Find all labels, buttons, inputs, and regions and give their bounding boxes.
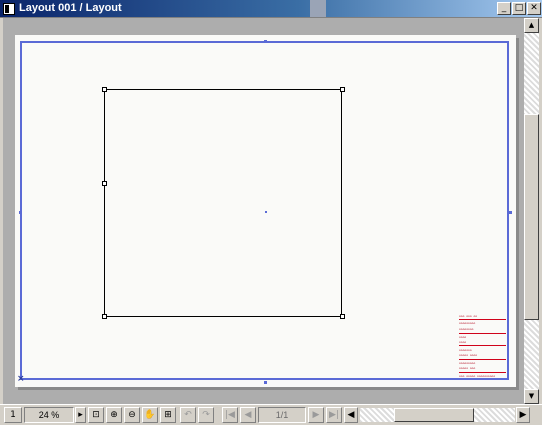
margin-tick-left [19,211,22,214]
title-block-text: ooooooooo [459,321,476,325]
window-title: Layout 001 / Layout [19,2,122,14]
page-indicator: 1/1 [258,407,306,423]
title-bar-block [310,0,326,17]
title-block-text: ooo ooo oo [459,314,478,318]
title-block-text: oooooooo [459,327,474,331]
horizontal-scrollbar[interactable] [360,408,515,422]
title-block-text: oooo [459,335,467,339]
maximize-button[interactable]: □ [512,2,526,15]
title-bar[interactable]: Layout 001 / Layout _ □ ✕ [0,0,542,18]
zoom-in-icon[interactable]: ⊕ [106,407,122,423]
title-block-line [459,319,506,320]
drawing-frame[interactable] [104,89,342,317]
zoom-level-field[interactable]: 24 % [24,407,74,423]
scroll-down-button[interactable]: ▼ [524,389,539,404]
first-page-icon[interactable]: |◀ [222,407,238,423]
layout-book-icon[interactable]: 1 [4,407,22,423]
zoom-out-icon[interactable]: ⊖ [124,407,140,423]
title-block-text: ooooo oooo [459,353,478,357]
vertical-scroll-thumb[interactable] [524,114,539,320]
margin-tick-right [509,211,512,214]
horizontal-scroll-thumb[interactable] [394,408,474,422]
selection-handle[interactable] [102,314,107,319]
previous-page-icon[interactable]: ◀ [240,407,256,423]
close-button[interactable]: ✕ [527,2,541,15]
margin-tick-bottom [264,381,267,384]
selection-handle[interactable] [102,181,107,186]
undo-view-icon[interactable]: ↶ [180,407,196,423]
selection-handle[interactable] [340,87,345,92]
fit-window-icon[interactable]: ⊞ [160,407,176,423]
title-block[interactable]: ooo ooo oo ooooooooo oooooooo oooo oooo … [459,315,506,380]
origin-mark: × [17,374,25,384]
selection-handle[interactable] [102,87,107,92]
scroll-left-button[interactable]: ◀ [344,407,358,423]
selection-handle[interactable] [340,314,345,319]
navigation-bar: 1 24 % ▸ ⊡ ⊕ ⊖ ✋ ⊞ ↶ ↷ |◀ ◀ 1/1 ▶ ▶| ◀ ▶ [0,404,542,425]
last-page-icon[interactable]: ▶| [326,407,342,423]
vertical-scrollbar[interactable]: ▲ ▼ [524,18,539,404]
title-block-text: ooooo ooo [459,366,476,370]
margin-tick-top [264,40,267,43]
layout-canvas[interactable]: × ooo ooo oo ooooooooo oooooooo oooo ooo… [3,18,524,404]
minimize-button[interactable]: _ [497,2,511,15]
title-block-line [459,333,506,334]
redo-view-icon[interactable]: ↷ [198,407,214,423]
title-block-text: oooo [459,340,467,344]
title-block-text: ooooooo [459,348,472,352]
app-icon[interactable] [3,3,15,15]
scroll-up-button[interactable]: ▲ [524,18,539,33]
title-block-text: ooooooooo [459,361,476,365]
layout-sheet[interactable]: × ooo ooo oo ooooooooo oooooooo oooo ooo… [15,35,516,387]
zoom-menu-arrow-icon[interactable]: ▸ [75,407,86,423]
title-block-line [459,345,506,346]
next-page-icon[interactable]: ▶ [308,407,324,423]
scroll-right-button[interactable]: ▶ [516,407,530,423]
pan-hand-icon[interactable]: ✋ [142,407,158,423]
title-block-text: ooo ooooo oooooooooo [459,374,496,378]
title-block-line [459,372,506,373]
title-block-line [459,359,506,360]
zoom-fit-icon[interactable]: ⊡ [88,407,104,423]
